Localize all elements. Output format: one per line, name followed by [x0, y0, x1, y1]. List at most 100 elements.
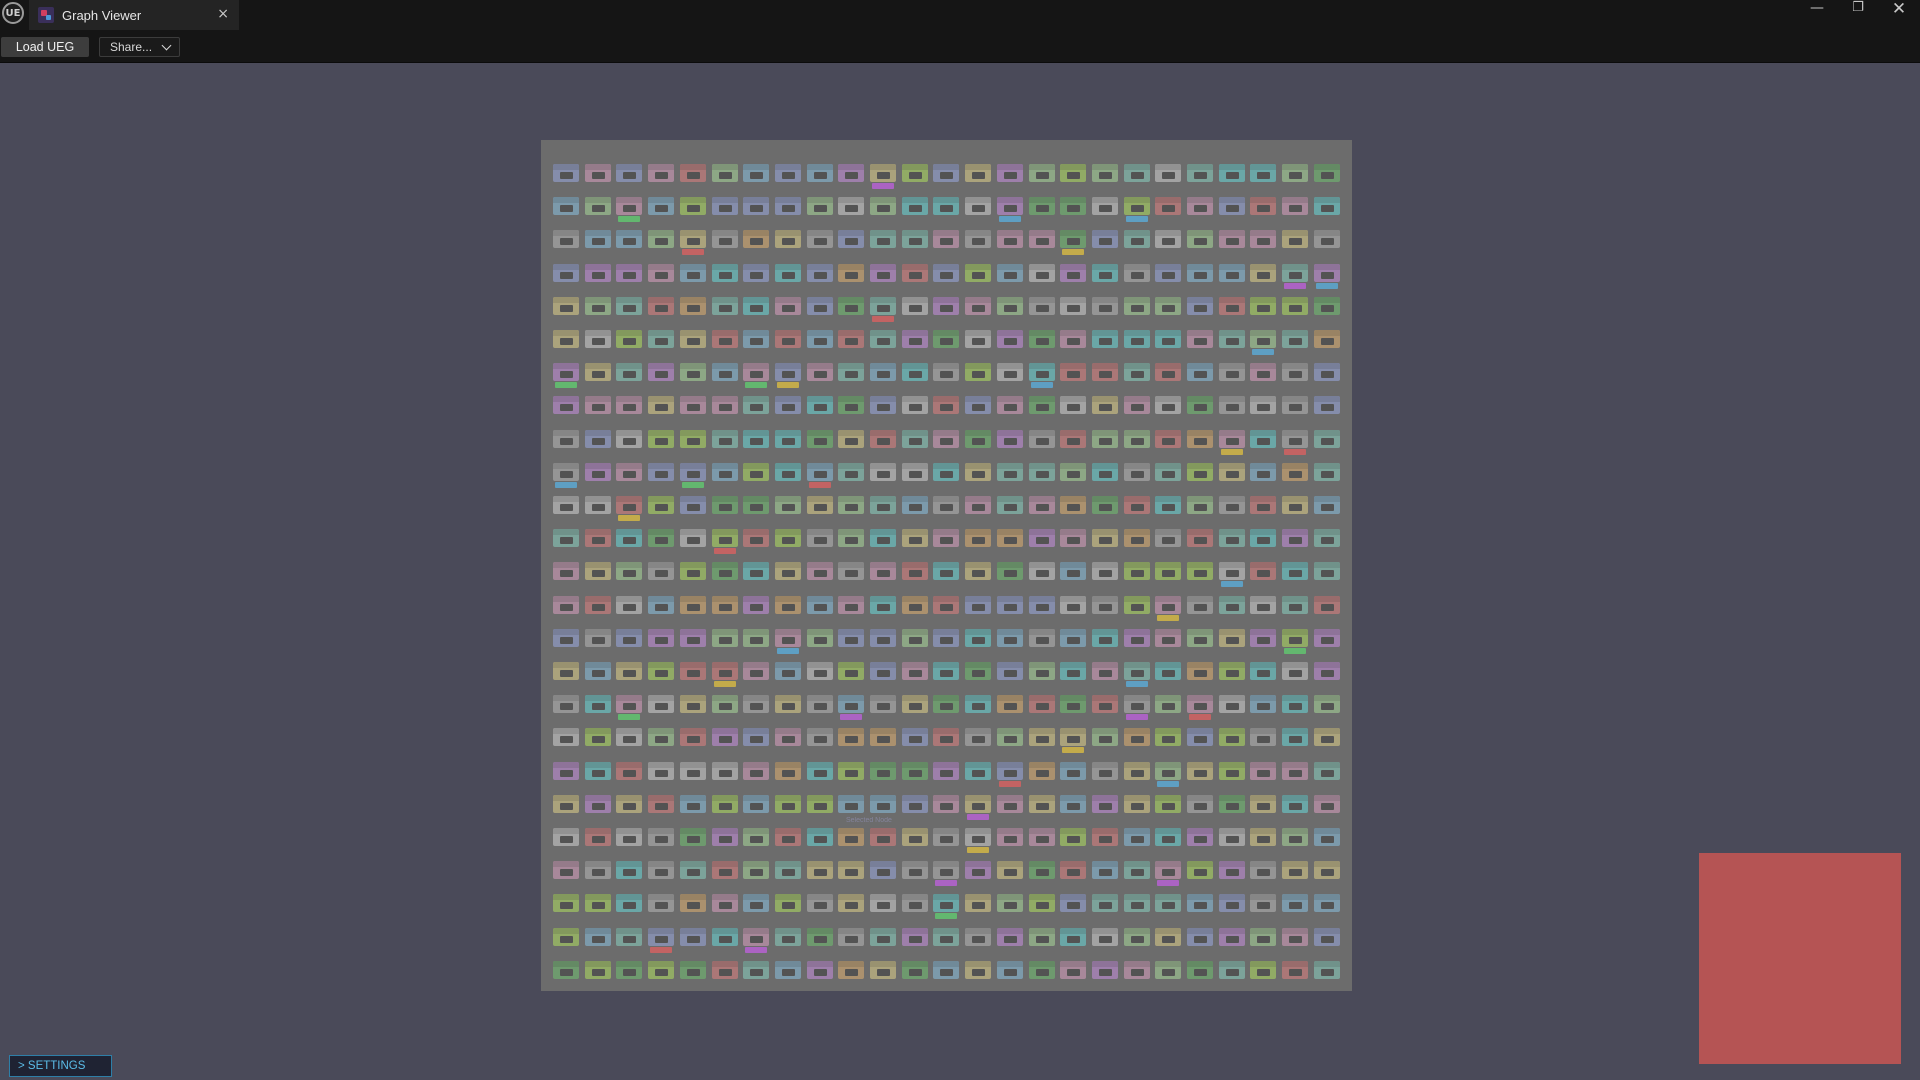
graph-node[interactable] [838, 529, 865, 548]
graph-node[interactable] [1155, 363, 1182, 382]
graph-node[interactable] [1187, 496, 1213, 514]
graph-node[interactable] [806, 695, 833, 714]
graph-node[interactable] [1123, 529, 1150, 548]
graph-node[interactable] [648, 230, 675, 249]
graph-node[interactable] [648, 861, 675, 880]
graph-node[interactable] [901, 263, 928, 282]
graph-node[interactable] [648, 429, 675, 448]
graph-node[interactable] [553, 496, 579, 514]
graph-node[interactable] [679, 496, 706, 514]
graph-node[interactable] [679, 894, 706, 913]
graph-node[interactable] [838, 960, 865, 979]
graph-node[interactable] [996, 263, 1023, 282]
settings-toggle-button[interactable]: > SETTINGS [9, 1055, 112, 1077]
graph-node[interactable] [1282, 562, 1309, 581]
graph-node[interactable] [870, 628, 896, 647]
graph-node[interactable] [1091, 263, 1118, 282]
graph-node[interactable] [553, 562, 579, 581]
graph-node[interactable] [616, 695, 643, 714]
graph-node[interactable] [616, 263, 643, 282]
graph-node[interactable] [996, 230, 1023, 249]
graph-node[interactable] [1313, 695, 1340, 714]
graph-node[interactable] [901, 462, 928, 481]
graph-node[interactable] [711, 828, 738, 846]
graph-node[interactable] [1091, 396, 1118, 415]
graph-node[interactable] [1028, 296, 1055, 315]
graph-node[interactable] [933, 164, 960, 182]
graph-node[interactable] [1155, 794, 1182, 813]
graph-node[interactable] [584, 595, 611, 614]
graph-node[interactable] [1123, 960, 1150, 979]
graph-node[interactable] [616, 230, 643, 249]
graph-node[interactable] [1218, 529, 1245, 548]
graph-node[interactable] [901, 595, 928, 614]
graph-node[interactable] [965, 861, 992, 880]
graph-node[interactable] [1187, 562, 1213, 581]
graph-node[interactable] [1282, 296, 1309, 315]
graph-node[interactable] [679, 562, 706, 581]
graph-node[interactable] [901, 396, 928, 415]
graph-node[interactable] [806, 197, 833, 216]
graph-node[interactable] [1218, 330, 1245, 348]
graph-node[interactable] [553, 728, 579, 747]
graph-node[interactable] [838, 761, 865, 780]
graph-node[interactable] [1028, 761, 1055, 780]
graph-node[interactable] [996, 662, 1023, 680]
graph-node[interactable] [1123, 263, 1150, 282]
graph-node[interactable] [870, 861, 896, 880]
graph-node[interactable] [1155, 828, 1182, 846]
graph-node[interactable] [584, 330, 611, 348]
graph-node[interactable] [838, 429, 865, 448]
graph-node[interactable] [1282, 960, 1309, 979]
graph-node[interactable] [1155, 330, 1182, 348]
graph-node[interactable] [1091, 496, 1118, 514]
graph-node[interactable] [711, 263, 738, 282]
graph-node[interactable] [553, 429, 579, 448]
graph-node[interactable] [1250, 263, 1277, 282]
graph-node[interactable] [1091, 761, 1118, 780]
graph-node[interactable] [996, 429, 1023, 448]
graph-node[interactable] [870, 927, 896, 946]
graph-node[interactable] [1028, 164, 1055, 182]
graph-node[interactable] [743, 529, 770, 548]
graph-canvas[interactable]: Selected Node [541, 140, 1352, 991]
graph-node[interactable] [648, 695, 675, 714]
graph-node[interactable] [648, 828, 675, 846]
graph-node[interactable] [1187, 429, 1213, 448]
graph-node[interactable] [711, 529, 738, 548]
graph-node[interactable] [901, 562, 928, 581]
graph-node[interactable] [1123, 462, 1150, 481]
graph-node[interactable] [901, 197, 928, 216]
graph-node[interactable] [1187, 761, 1213, 780]
graph-node[interactable] [901, 628, 928, 647]
graph-node[interactable] [553, 296, 579, 315]
graph-node[interactable] [743, 960, 770, 979]
graph-node[interactable] [1187, 197, 1213, 216]
graph-node[interactable] [1250, 330, 1277, 348]
graph-node[interactable] [1028, 960, 1055, 979]
graph-node[interactable] [616, 662, 643, 680]
graph-node[interactable] [711, 628, 738, 647]
graph-node[interactable] [1155, 728, 1182, 747]
graph-node[interactable] [933, 363, 960, 382]
graph-node[interactable] [965, 363, 992, 382]
graph-node[interactable] [711, 164, 738, 182]
graph-node[interactable] [838, 164, 865, 182]
graph-node[interactable] [1250, 396, 1277, 415]
graph-node[interactable] [1060, 828, 1087, 846]
graph-node[interactable] [1091, 828, 1118, 846]
graph-node[interactable] [711, 296, 738, 315]
graph-node[interactable] [1155, 496, 1182, 514]
graph-node[interactable] [1060, 695, 1087, 714]
graph-node[interactable] [870, 396, 896, 415]
graph-node[interactable] [838, 396, 865, 415]
graph-node[interactable] [1313, 296, 1340, 315]
graph-node[interactable] [1282, 230, 1309, 249]
graph-node[interactable] [679, 296, 706, 315]
graph-node[interactable] [838, 363, 865, 382]
graph-node[interactable] [1250, 828, 1277, 846]
graph-node[interactable] [616, 761, 643, 780]
graph-node[interactable] [996, 761, 1023, 780]
graph-node[interactable] [616, 728, 643, 747]
graph-node[interactable] [584, 794, 611, 813]
